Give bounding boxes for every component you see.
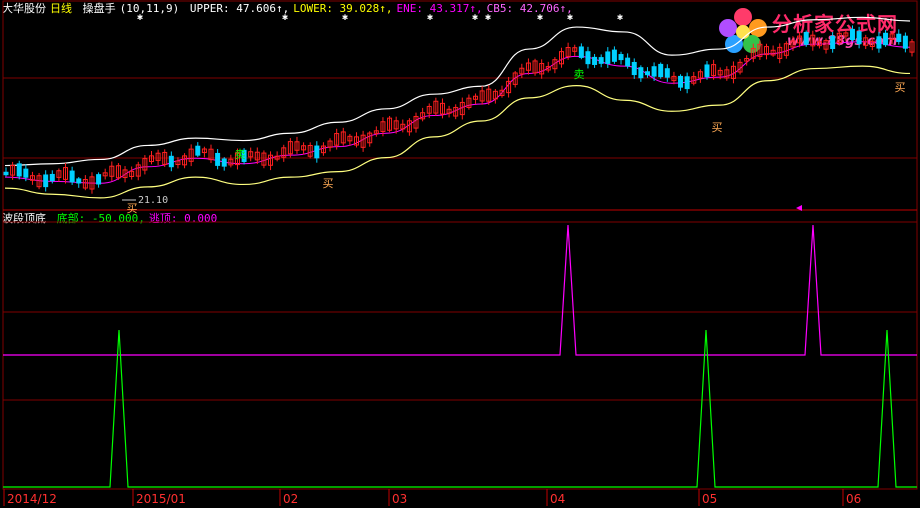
candle-body: [49, 173, 55, 182]
candle-body: [658, 63, 664, 78]
candle-body: [678, 75, 684, 88]
candle-body: [644, 71, 650, 76]
candle-body: [664, 68, 670, 78]
star-marker: ✱: [485, 12, 491, 23]
candle-body: [76, 178, 82, 184]
star-marker: ✱: [137, 12, 143, 23]
chart-border: [2, 0, 918, 490]
candle-body: [883, 32, 889, 46]
candle-body: [585, 51, 591, 65]
candle-body: [651, 66, 657, 77]
candle-body: [902, 35, 908, 49]
candle-body: [592, 56, 598, 65]
star-marker: ✱: [342, 12, 348, 23]
chart-canvas: ✱ ✱ ✱ ✱ ✱ ✱ ✱ ✱ ✱买买买买卖卖21.102014/12 2015/01 02 03 04…: [2, 0, 918, 506]
candle-body: [638, 67, 644, 79]
x-axis-label: 05: [702, 492, 717, 506]
candle-body: [578, 46, 584, 58]
stock-chart-window: 大华股份 日线 操盘手 (10,11,9) UPPER: 47.606↑, LOWER…: [0, 0, 920, 508]
candle-body: [605, 51, 611, 64]
star-marker: ✱: [282, 12, 288, 23]
star-marker: ✱: [617, 12, 623, 23]
buy-label: 买: [323, 177, 334, 190]
candle-body: [215, 152, 221, 166]
star-marker: ✱: [472, 12, 478, 23]
candle-body: [631, 61, 637, 76]
candle-body: [704, 64, 710, 78]
buy-label: 买: [895, 81, 906, 94]
top-escape-signal-line: [3, 224, 917, 356]
candle-body: [69, 170, 75, 183]
candle-body: [830, 35, 836, 50]
x-axis-label: 2015/01: [136, 492, 186, 506]
candle-body: [195, 145, 201, 156]
x-axis-label: 06: [846, 492, 861, 506]
bottom-signal-line: [3, 329, 917, 488]
candle-body: [221, 158, 227, 167]
x-axis-label: 02: [283, 492, 298, 506]
lower-band-line: [4, 65, 911, 199]
buy-label: 买: [127, 202, 138, 215]
sell-label: 卖: [235, 148, 246, 161]
low-price-annotation: 21.10: [138, 195, 168, 206]
x-axis-label: 04: [550, 492, 565, 506]
star-marker: ✱: [427, 12, 433, 23]
candle-body: [168, 155, 174, 168]
candle-body: [876, 36, 882, 49]
x-axis-label: 2014/12: [7, 492, 57, 506]
candle-body: [611, 49, 617, 62]
star-marker: ✱: [567, 12, 573, 23]
sell-label: 卖: [574, 68, 585, 81]
candle-body: [625, 57, 631, 67]
candle-body: [849, 28, 855, 41]
candle-body: [314, 145, 320, 159]
buy-label: 买: [712, 121, 723, 134]
candle-body: [598, 57, 604, 64]
candle-body: [618, 54, 624, 61]
candle-body: [856, 31, 862, 45]
candle-body: [96, 174, 102, 185]
candle-body: [684, 76, 690, 90]
candle-body: [803, 31, 809, 45]
candle-body: [3, 171, 9, 176]
x-axis-label: 03: [392, 492, 407, 506]
candle-body: [23, 168, 29, 178]
star-marker: ✱: [537, 12, 543, 23]
candle-body: [43, 174, 49, 188]
candle-body: [896, 33, 902, 42]
upper-band-line: [4, 16, 911, 167]
candle-body: [16, 163, 22, 177]
